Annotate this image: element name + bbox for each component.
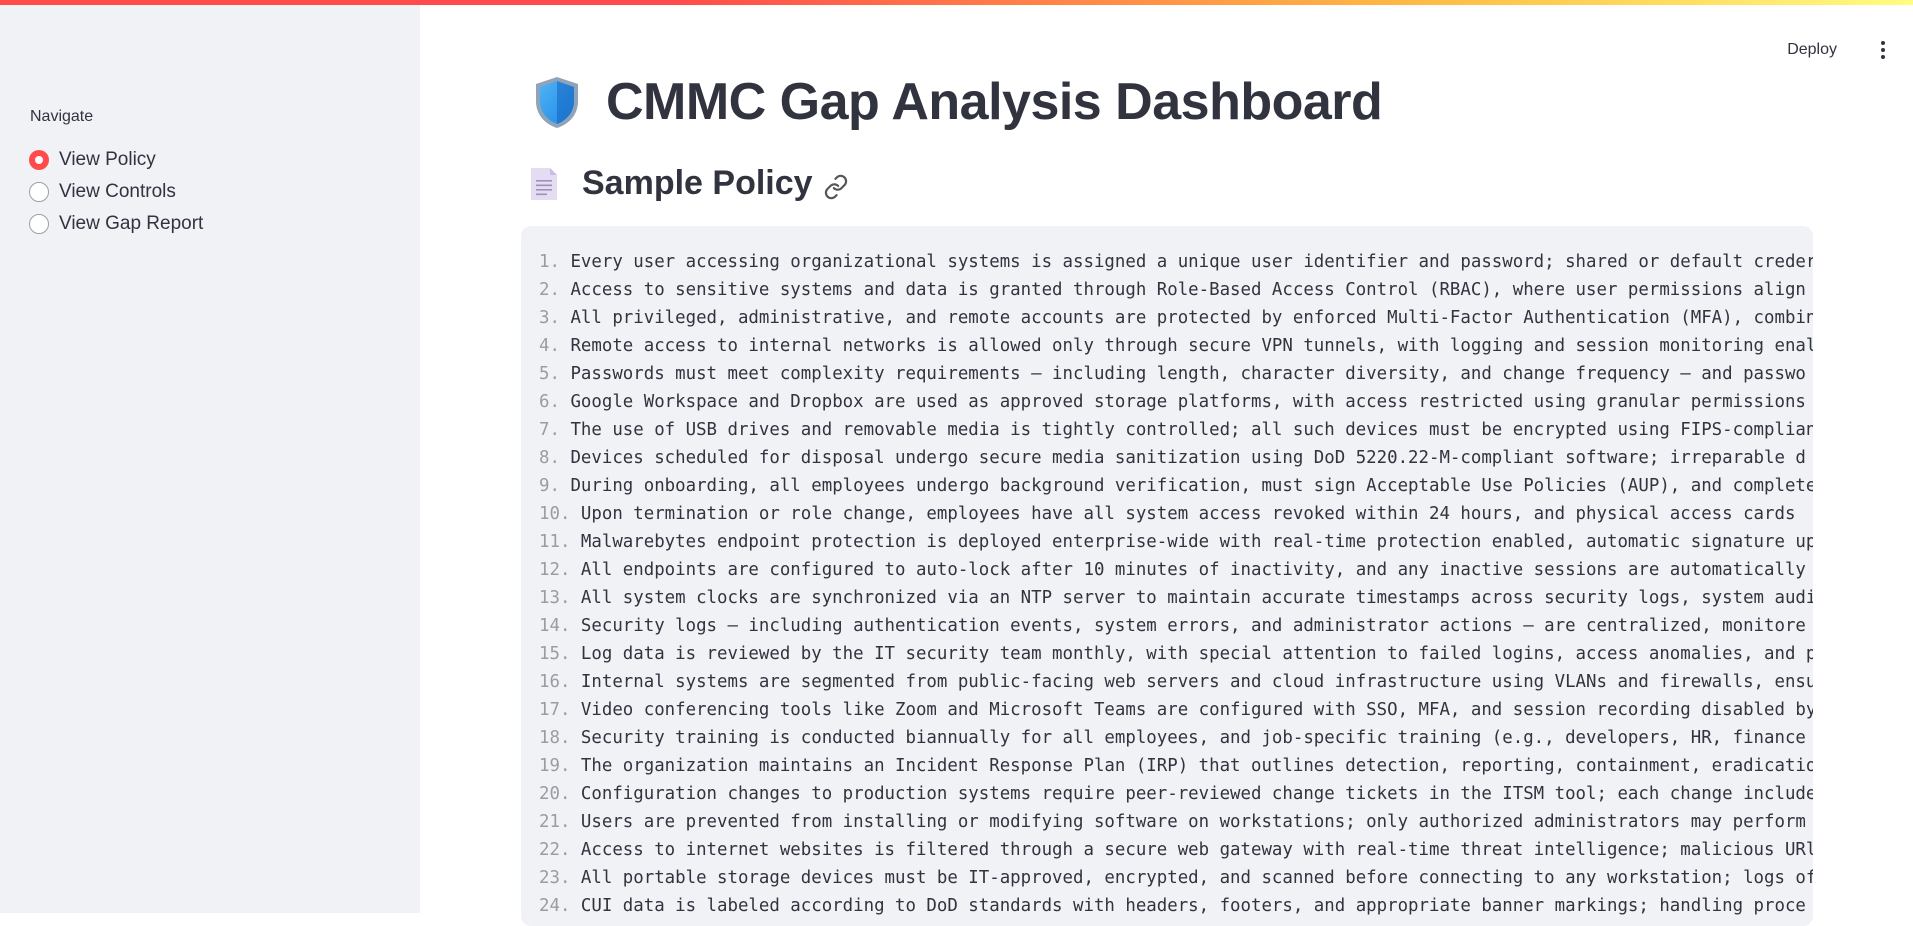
line-text: Remote access to internal networks is al…: [570, 336, 1813, 356]
line-number: 24.: [539, 896, 571, 916]
line-number: 18.: [539, 728, 571, 748]
line-number: 10.: [539, 504, 571, 524]
section-header: Sample Policy: [528, 164, 849, 203]
policy-line: 11. Malwarebytes endpoint protection is …: [539, 528, 1813, 556]
line-text: Every user accessing organizational syst…: [570, 252, 1813, 272]
vertical-ellipsis-icon[interactable]: [1873, 36, 1893, 64]
policy-line: 1. Every user accessing organizational s…: [539, 248, 1813, 276]
policy-line: 8. Devices scheduled for disposal underg…: [539, 444, 1813, 472]
line-text: Configuration changes to production syst…: [580, 784, 1813, 804]
line-text: Upon termination or role change, employe…: [580, 504, 1796, 524]
radio-selected-icon[interactable]: [29, 150, 49, 170]
radio-option-label: View Gap Report: [59, 213, 204, 234]
line-number: 8.: [539, 448, 560, 468]
line-text: All portable storage devices must be IT-…: [580, 868, 1813, 888]
deploy-button[interactable]: Deploy: [1777, 37, 1847, 63]
radio-option-view-gap-report[interactable]: View Gap Report: [29, 208, 203, 240]
sidebar: Navigate View Policy View Controls View Ga…: [0, 0, 420, 913]
policy-line: 10. Upon termination or role change, emp…: [539, 500, 1813, 528]
policy-line: 14. Security logs — including authentica…: [539, 612, 1813, 640]
line-number: 1.: [539, 252, 560, 272]
line-number: 5.: [539, 364, 560, 384]
policy-lines: 1. Every user accessing organizational s…: [539, 248, 1813, 920]
page-title: CMMC Gap Analysis Dashboard: [532, 72, 1383, 132]
line-number: 22.: [539, 840, 571, 860]
policy-line: 17. Video conferencing tools like Zoom a…: [539, 696, 1813, 724]
line-text: All privileged, administrative, and remo…: [570, 308, 1813, 328]
policy-line: 13. All system clocks are synchronized v…: [539, 584, 1813, 612]
shield-icon: [536, 77, 578, 128]
line-text: Access to internet websites is filtered …: [580, 840, 1813, 860]
link-icon[interactable]: [823, 174, 849, 200]
line-text: Devices scheduled for disposal undergo s…: [570, 448, 1806, 468]
line-text: Users are prevented from installing or m…: [580, 812, 1806, 832]
policy-line: 3. All privileged, administrative, and r…: [539, 304, 1813, 332]
dashboard-title: CMMC Gap Analysis Dashboard: [606, 73, 1383, 131]
line-text: Google Workspace and Dropbox are used as…: [570, 392, 1806, 412]
line-text: During onboarding, all employees undergo…: [570, 476, 1813, 496]
line-number: 2.: [539, 280, 560, 300]
line-text: The use of USB drives and removable medi…: [570, 420, 1813, 440]
policy-line: 5. Passwords must meet complexity requir…: [539, 360, 1813, 388]
line-number: 16.: [539, 672, 571, 692]
policy-line: 16. Internal systems are segmented from …: [539, 668, 1813, 696]
section-title: Sample Policy: [582, 164, 813, 202]
line-number: 15.: [539, 644, 571, 664]
line-number: 6.: [539, 392, 560, 412]
policy-code-block: 1. Every user accessing organizational s…: [521, 226, 1813, 926]
policy-line: 19. The organization maintains an Incide…: [539, 752, 1813, 780]
navigate-label: Navigate: [30, 108, 94, 125]
radio-unselected-icon[interactable]: [29, 182, 49, 202]
line-text: Passwords must meet complexity requireme…: [570, 364, 1806, 384]
policy-line: 21. Users are prevented from installing …: [539, 808, 1813, 836]
line-text: The organization maintains an Incident R…: [580, 756, 1813, 776]
policy-line: 6. Google Workspace and Dropbox are used…: [539, 388, 1813, 416]
line-number: 3.: [539, 308, 560, 328]
line-text: Internal systems are segmented from publ…: [580, 672, 1813, 692]
radio-option-view-controls[interactable]: View Controls: [29, 176, 203, 208]
policy-line: 4. Remote access to internal networks is…: [539, 332, 1813, 360]
line-text: Video conferencing tools like Zoom and M…: [580, 700, 1813, 720]
line-number: 4.: [539, 336, 560, 356]
radio-unselected-icon[interactable]: [29, 214, 49, 234]
line-text: Security logs — including authentication…: [580, 616, 1806, 636]
document-icon: [531, 167, 557, 200]
radio-option-view-policy[interactable]: View Policy: [29, 144, 203, 176]
line-text: Security training is conducted biannuall…: [580, 728, 1806, 748]
policy-line: 20. Configuration changes to production …: [539, 780, 1813, 808]
line-number: 13.: [539, 588, 571, 608]
policy-line: 18. Security training is conducted biann…: [539, 724, 1813, 752]
line-number: 9.: [539, 476, 560, 496]
line-text: All system clocks are synchronized via a…: [580, 588, 1813, 608]
header-actions: Deploy: [1777, 36, 1893, 64]
policy-line: 9. During onboarding, all employees unde…: [539, 472, 1813, 500]
line-text: Log data is reviewed by the IT security …: [580, 644, 1813, 664]
line-number: 23.: [539, 868, 571, 888]
line-number: 7.: [539, 420, 560, 440]
policy-line: 22. Access to internet websites is filte…: [539, 836, 1813, 864]
navigation-radio-group: View Policy View Controls View Gap Report: [29, 144, 203, 240]
policy-line: 23. All portable storage devices must be…: [539, 864, 1813, 892]
line-number: 21.: [539, 812, 571, 832]
policy-line: 12. All endpoints are configured to auto…: [539, 556, 1813, 584]
line-text: Malwarebytes endpoint protection is depl…: [580, 532, 1813, 552]
line-number: 19.: [539, 756, 571, 776]
line-number: 14.: [539, 616, 571, 636]
policy-line: 2. Access to sensitive systems and data …: [539, 276, 1813, 304]
line-number: 11.: [539, 532, 571, 552]
line-text: Access to sensitive systems and data is …: [570, 280, 1806, 300]
line-text: All endpoints are configured to auto-loc…: [580, 560, 1806, 580]
radio-option-label: View Policy: [59, 149, 156, 170]
line-text: CUI data is labeled according to DoD sta…: [580, 896, 1806, 916]
radio-option-label: View Controls: [59, 181, 176, 202]
line-number: 12.: [539, 560, 571, 580]
policy-line: 24. CUI data is labeled according to DoD…: [539, 892, 1813, 920]
line-number: 20.: [539, 784, 571, 804]
policy-line: 15. Log data is reviewed by the IT secur…: [539, 640, 1813, 668]
line-number: 17.: [539, 700, 571, 720]
policy-line: 7. The use of USB drives and removable m…: [539, 416, 1813, 444]
top-decoration-bar: [0, 0, 1913, 5]
